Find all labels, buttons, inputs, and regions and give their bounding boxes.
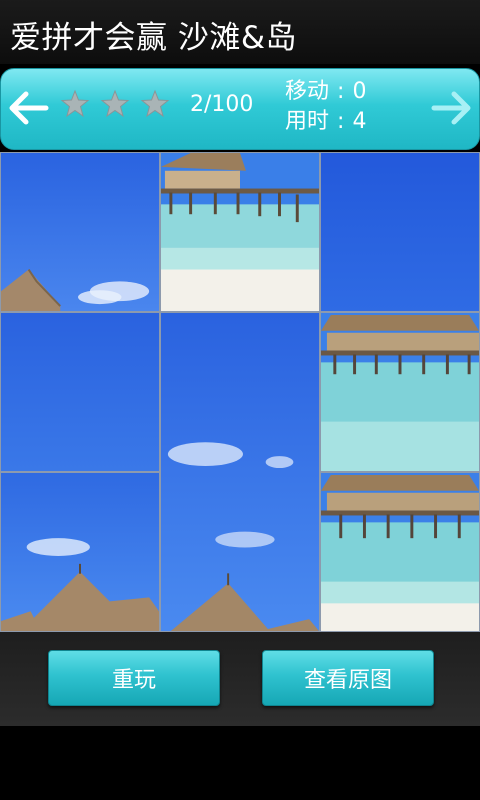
left-arrow-icon [9, 91, 49, 125]
puzzle-tile[interactable] [320, 472, 480, 632]
control-bar: 2/100 移动:0 用时:4 [0, 68, 480, 150]
star-icon [60, 89, 90, 119]
moves-label: 移动 [285, 79, 330, 104]
time-separator: : [337, 109, 345, 134]
previous-level-button[interactable] [6, 88, 50, 128]
puzzle-tile[interactable] [160, 312, 320, 632]
moves-stat: 移动:0 [285, 73, 366, 105]
right-arrow-icon [431, 91, 471, 125]
page-title: 爱拼才会赢 沙滩&岛 [10, 20, 298, 56]
star-icon [140, 89, 170, 119]
replay-button[interactable]: 重玩 [48, 650, 220, 706]
puzzle-board [0, 152, 480, 632]
view-original-button[interactable]: 查看原图 [262, 650, 434, 706]
puzzle-tile[interactable] [0, 312, 160, 472]
star-rating [60, 89, 175, 123]
next-level-button[interactable] [430, 88, 474, 128]
puzzle-tile[interactable] [0, 472, 160, 632]
time-label: 用时 [285, 109, 330, 134]
level-counter: 2/100 [190, 92, 254, 117]
puzzle-tile[interactable] [160, 152, 320, 312]
action-bar: 重玩 查看原图 [0, 632, 480, 726]
title-bar: 爱拼才会赢 沙滩&岛 [0, 0, 480, 64]
puzzle-tile[interactable] [320, 152, 480, 312]
moves-separator: : [337, 79, 345, 104]
star-icon [100, 89, 130, 119]
puzzle-tile[interactable] [320, 312, 480, 472]
time-value: 4 [352, 109, 367, 134]
moves-value: 0 [352, 79, 367, 104]
time-stat: 用时:4 [285, 103, 366, 135]
puzzle-tile[interactable] [0, 152, 160, 312]
